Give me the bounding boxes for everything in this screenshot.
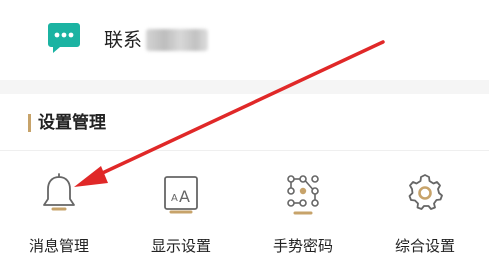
message-management-label: 消息管理 <box>28 237 89 255</box>
section-title: 设置管理 <box>38 113 106 133</box>
gear-icon <box>408 174 443 210</box>
contact-row[interactable]: 联系 <box>0 0 489 80</box>
chat-bubble-icon <box>48 23 80 53</box>
gesture-password-label: 手势密码 <box>272 237 333 255</box>
general-settings-label: 综合设置 <box>394 237 455 255</box>
redacted-text <box>146 29 208 51</box>
display-settings-button[interactable]: A A 显示设置 <box>122 160 240 266</box>
gesture-password-button[interactable]: 手势密码 <box>244 160 362 266</box>
bell-icon <box>43 173 75 211</box>
svg-text:A: A <box>179 187 190 206</box>
font-size-icon: A A <box>164 176 198 214</box>
display-settings-label: 显示设置 <box>150 237 211 255</box>
contact-label: 联系 <box>104 29 143 51</box>
gesture-pattern-icon <box>287 175 319 215</box>
general-settings-button[interactable]: 综合设置 <box>366 160 484 266</box>
svg-text:A: A <box>171 193 178 204</box>
section-accent-bar <box>28 114 31 132</box>
message-management-button[interactable]: 消息管理 <box>0 160 118 266</box>
section-divider <box>0 80 489 94</box>
settings-section-header: 设置管理 <box>0 94 489 151</box>
